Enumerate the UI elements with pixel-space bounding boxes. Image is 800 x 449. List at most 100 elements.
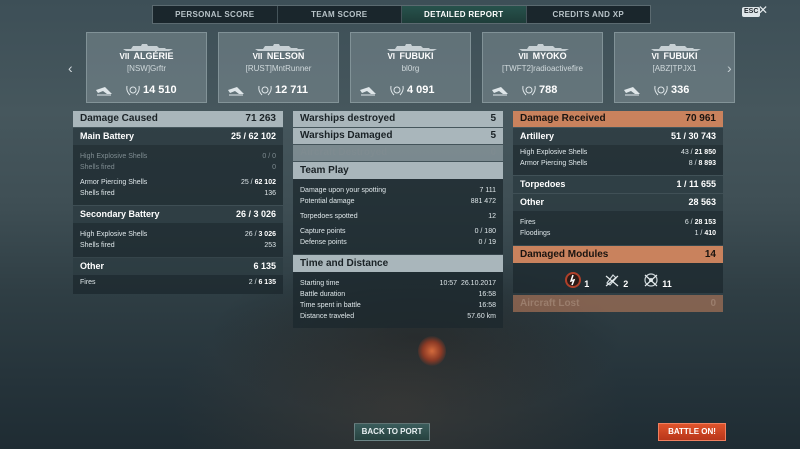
laurel-icon bbox=[390, 85, 404, 96]
card-stats: 4 091 bbox=[359, 84, 464, 96]
ship-cards: VII ALGÉRIE [NSW]Grftr 14 510 VII NELSON… bbox=[86, 32, 735, 103]
ship-tier: VII bbox=[119, 52, 130, 61]
team-play-header: Team Play bbox=[293, 162, 503, 179]
tab-team-score[interactable]: TEAM SCORE bbox=[278, 6, 402, 23]
td-row: Battle duration 16:58 bbox=[300, 291, 496, 298]
card-stats: 336 bbox=[623, 84, 728, 96]
damage-caused-label: Damage Caused bbox=[80, 113, 158, 124]
card-stats: 14 510 bbox=[95, 84, 200, 96]
main-battery-value: 25 / 62 102 bbox=[230, 131, 276, 141]
ship-name: VI FUBUKI bbox=[651, 51, 698, 61]
damage-dealt-value: 4 091 bbox=[407, 84, 435, 96]
damaged-modules-header: Damaged Modules 14 bbox=[513, 246, 723, 263]
main-battery-label: Main Battery bbox=[80, 131, 135, 141]
artillery-details: High Explosive Shells 43 / 21 850 Armor P… bbox=[513, 145, 723, 175]
summary-panel: Warships destroyed 5 Warships Damaged 5 Ai… bbox=[293, 111, 503, 328]
damage-caused-value: 71 263 bbox=[245, 113, 276, 124]
damage-dealt-value: 336 bbox=[671, 84, 690, 96]
tp-row: Capture points 0 / 180 bbox=[300, 228, 496, 235]
tp-row: Potential damage 881 472 bbox=[300, 198, 496, 205]
other-caused-details: Fires 2 / 6 135 bbox=[73, 275, 283, 294]
mb-ap-fired-row: Shells fired 136 bbox=[80, 190, 276, 197]
team-play-details: Damage upon your spotting 7 111 Potential… bbox=[293, 179, 503, 254]
damaged-modules-list: 1 2 11 bbox=[513, 263, 723, 293]
warships-destroyed-row: Warships destroyed 5 bbox=[293, 111, 503, 127]
module-item: 1 bbox=[564, 271, 589, 289]
player-name: [ABZ]TPJX1 bbox=[652, 64, 697, 73]
ship-tier: VI bbox=[651, 52, 660, 61]
mb-ap-row: Armor Piercing Shells 25 / 62 102 bbox=[80, 179, 276, 186]
main-battery-header: Main Battery 25 / 62 102 bbox=[73, 128, 283, 145]
sec-he-row: High Explosive Shells 26 / 3 026 bbox=[80, 231, 276, 238]
damage-received-header: Damage Received 70 961 bbox=[513, 111, 723, 127]
ship-silhouette-icon bbox=[255, 44, 305, 51]
ship-card[interactable]: VI FUBUKI bl0rg 4 091 bbox=[350, 32, 471, 103]
tp-row: Damage upon your spotting 7 111 bbox=[300, 187, 496, 194]
ship-name: VII NELSON bbox=[252, 51, 305, 61]
ship-tier: VII bbox=[518, 52, 529, 61]
damage-ribbon-icon bbox=[624, 87, 640, 96]
time-distance-header: Time and Distance bbox=[293, 255, 503, 272]
laurel-icon bbox=[258, 85, 272, 96]
module-item: 2 bbox=[603, 271, 628, 289]
damage-ribbon-icon bbox=[96, 87, 112, 96]
damage-ribbon-icon bbox=[492, 87, 508, 96]
ship-card[interactable]: VII MYOKO [TWFT2]radioactivefire 788 bbox=[482, 32, 603, 103]
player-name: [TWFT2]radioactivefire bbox=[502, 64, 583, 73]
ship-card[interactable]: VI FUBUKI [ABZ]TPJX1 336 bbox=[614, 32, 735, 103]
mb-he-fired-row: Shells fired 0 bbox=[80, 164, 276, 171]
ship-silhouette-icon bbox=[519, 44, 569, 51]
player-name: [RUST]MntRunner bbox=[245, 64, 312, 73]
secondary-battery-header: Secondary Battery 26 / 3 026 bbox=[73, 206, 283, 223]
other-caused-header: Other 6 135 bbox=[73, 258, 283, 275]
td-row: Time spent in battle 16:58 bbox=[300, 302, 496, 309]
aircraft-lost-row: Aircraft Lost 0 bbox=[513, 295, 723, 312]
td-row: Distance traveled 57.60 km bbox=[300, 313, 496, 320]
close-icon[interactable]: ✕ bbox=[758, 3, 768, 17]
damage-dealt-value: 788 bbox=[539, 84, 558, 96]
mb-he-row: High Explosive Shells 0 / 0 bbox=[80, 153, 276, 160]
laurel-icon bbox=[522, 85, 536, 96]
time-distance-details: Starting time 10:57 26.10.2017 Battle dur… bbox=[293, 272, 503, 328]
tp-row: Defense points 0 / 19 bbox=[300, 239, 496, 246]
tab-personal-score[interactable]: PERSONAL SCORE bbox=[153, 6, 278, 23]
tab-detailed-report[interactable]: DETAILED REPORT bbox=[402, 6, 527, 23]
ship-card[interactable]: VII ALGÉRIE [NSW]Grftr 14 510 bbox=[86, 32, 207, 103]
sec-he-fired-row: Shells fired 253 bbox=[80, 242, 276, 249]
damage-caused-header: Damage Caused 71 263 bbox=[73, 111, 283, 127]
ship-silhouette-icon bbox=[651, 44, 701, 51]
fires-received-row: Fires 6 / 28 153 bbox=[520, 219, 716, 226]
burning-module-icon bbox=[565, 272, 582, 288]
damage-received-panel: Damage Received 70 961 Artillery 51 / 30 … bbox=[513, 111, 723, 312]
ship-name: VII MYOKO bbox=[518, 51, 567, 61]
burning-ship-background bbox=[418, 336, 446, 366]
aircraft-destroyed-row: Aircraft Destroyed 0 bbox=[293, 145, 503, 161]
report-tabs: PERSONAL SCORE TEAM SCORE DETAILED REPOR… bbox=[152, 5, 651, 24]
player-name: bl0rg bbox=[401, 64, 420, 73]
ship-silhouette-icon bbox=[123, 44, 173, 51]
damage-dealt-value: 12 711 bbox=[275, 84, 309, 96]
module-item: 11 bbox=[642, 271, 672, 289]
player-name: [NSW]Grftr bbox=[126, 64, 167, 73]
back-to-port-button[interactable]: BACK TO PORT bbox=[354, 423, 430, 441]
card-stats: 12 711 bbox=[227, 84, 332, 96]
battle-on-button[interactable]: BATTLE ON! bbox=[658, 423, 726, 441]
card-stats: 788 bbox=[491, 84, 596, 96]
other-received-details: Fires 6 / 28 153 Floodings 1 / 410 bbox=[513, 211, 723, 245]
tab-credits-and-xp[interactable]: CREDITS AND XP bbox=[527, 6, 651, 23]
laurel-icon bbox=[126, 85, 140, 96]
tp-row: Torpedoes spotted 12 bbox=[300, 213, 496, 220]
prev-arrow-icon[interactable]: ‹ bbox=[68, 60, 73, 76]
rudder-module-icon bbox=[605, 274, 619, 287]
secondary-battery-details: High Explosive Shells 26 / 3 026 Shells f… bbox=[73, 223, 283, 257]
ship-card[interactable]: VII NELSON [RUST]MntRunner 12 711 bbox=[218, 32, 339, 103]
ship-tier: VII bbox=[252, 52, 263, 61]
damage-caused-panel: Damage Caused 71 263 Main Battery 25 / 6… bbox=[73, 111, 283, 294]
artillery-header: Artillery 51 / 30 743 bbox=[513, 128, 723, 145]
secondary-battery-value: 26 / 3 026 bbox=[235, 209, 276, 219]
ship-silhouette-icon bbox=[387, 44, 437, 51]
fires-caused-row: Fires 2 / 6 135 bbox=[80, 279, 276, 286]
damage-ribbon-icon bbox=[228, 87, 244, 96]
damage-dealt-value: 14 510 bbox=[143, 84, 177, 96]
main-battery-details: High Explosive Shells 0 / 0 Shells fired 0… bbox=[73, 145, 283, 205]
